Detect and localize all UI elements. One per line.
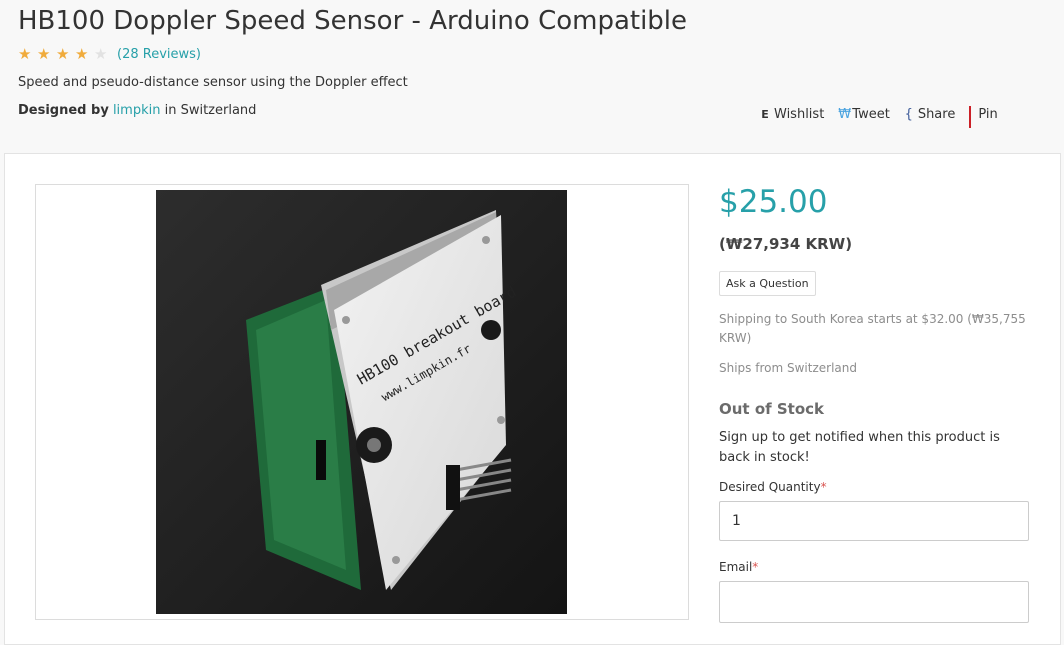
pin-button[interactable]: Pin [969, 100, 998, 128]
reviews-link[interactable]: (28 Reviews) [117, 47, 201, 62]
product-header: HB100 Doppler Speed Sensor - Arduino Com… [0, 0, 1064, 152]
twitter-icon: ₩ [838, 106, 852, 122]
shipping-info: Shipping to South Korea starts at $32.00… [719, 312, 1026, 345]
wishlist-button[interactable]: E Wishlist [760, 100, 824, 128]
pin-label: Pin [978, 106, 998, 122]
product-tagline: Speed and pseudo-distance sensor using t… [18, 75, 408, 90]
product-image-frame: HB100 breakout board www.limpkin.fr [35, 184, 689, 620]
facebook-icon: { [904, 106, 913, 122]
pinterest-icon [969, 106, 974, 128]
designer-location: in Switzerland [164, 103, 257, 118]
ask-question-button[interactable]: Ask a Question [719, 271, 816, 296]
designer-line: Designed by limpkin in Switzerland [18, 103, 256, 118]
tweet-label: Tweet [852, 106, 890, 122]
designed-by-label: Designed by [18, 103, 109, 118]
stock-status: Out of Stock [719, 400, 825, 418]
designer-link[interactable]: limpkin [113, 103, 161, 118]
rating-row: ★ ★ ★ ★ ★ (28 Reviews) [18, 46, 201, 62]
star-icon: ★ [37, 45, 51, 63]
notify-text: Sign up to get notified when this produc… [719, 430, 1000, 465]
email-label-text: Email [719, 560, 753, 574]
wishlist-label: Wishlist [774, 106, 825, 122]
quantity-input[interactable] [719, 501, 1029, 541]
quantity-label: Desired Quantity* [719, 480, 827, 494]
price: $25.00 [719, 184, 828, 220]
product-card: HB100 breakout board www.limpkin.fr $25.… [4, 153, 1061, 645]
required-marker: * [820, 480, 827, 494]
star-icon: ★ [56, 45, 70, 63]
share-bar: E Wishlist ₩ Tweet { Share Pin [760, 100, 998, 128]
email-input[interactable] [719, 581, 1029, 623]
star-empty-icon: ★ [94, 45, 108, 63]
star-icon: ★ [75, 45, 89, 63]
tweet-button[interactable]: ₩ Tweet [838, 100, 890, 128]
ships-from: Ships from Switzerland [719, 361, 857, 375]
product-title: HB100 Doppler Speed Sensor - Arduino Com… [18, 6, 688, 36]
email-label: Email* [719, 560, 758, 574]
quantity-label-text: Desired Quantity [719, 480, 821, 494]
star-rating: ★ ★ ★ ★ ★ [18, 46, 111, 62]
product-photo-illustration: HB100 breakout board www.limpkin.fr [156, 190, 567, 614]
price-local-currency: (₩27,934 KRW) [719, 235, 853, 253]
share-label: Share [917, 106, 956, 122]
wishlist-icon: E [761, 107, 769, 121]
product-image[interactable]: HB100 breakout board www.limpkin.fr [156, 190, 567, 614]
share-button[interactable]: { Share [904, 100, 956, 128]
star-icon: ★ [18, 45, 32, 63]
required-marker: * [752, 560, 759, 574]
